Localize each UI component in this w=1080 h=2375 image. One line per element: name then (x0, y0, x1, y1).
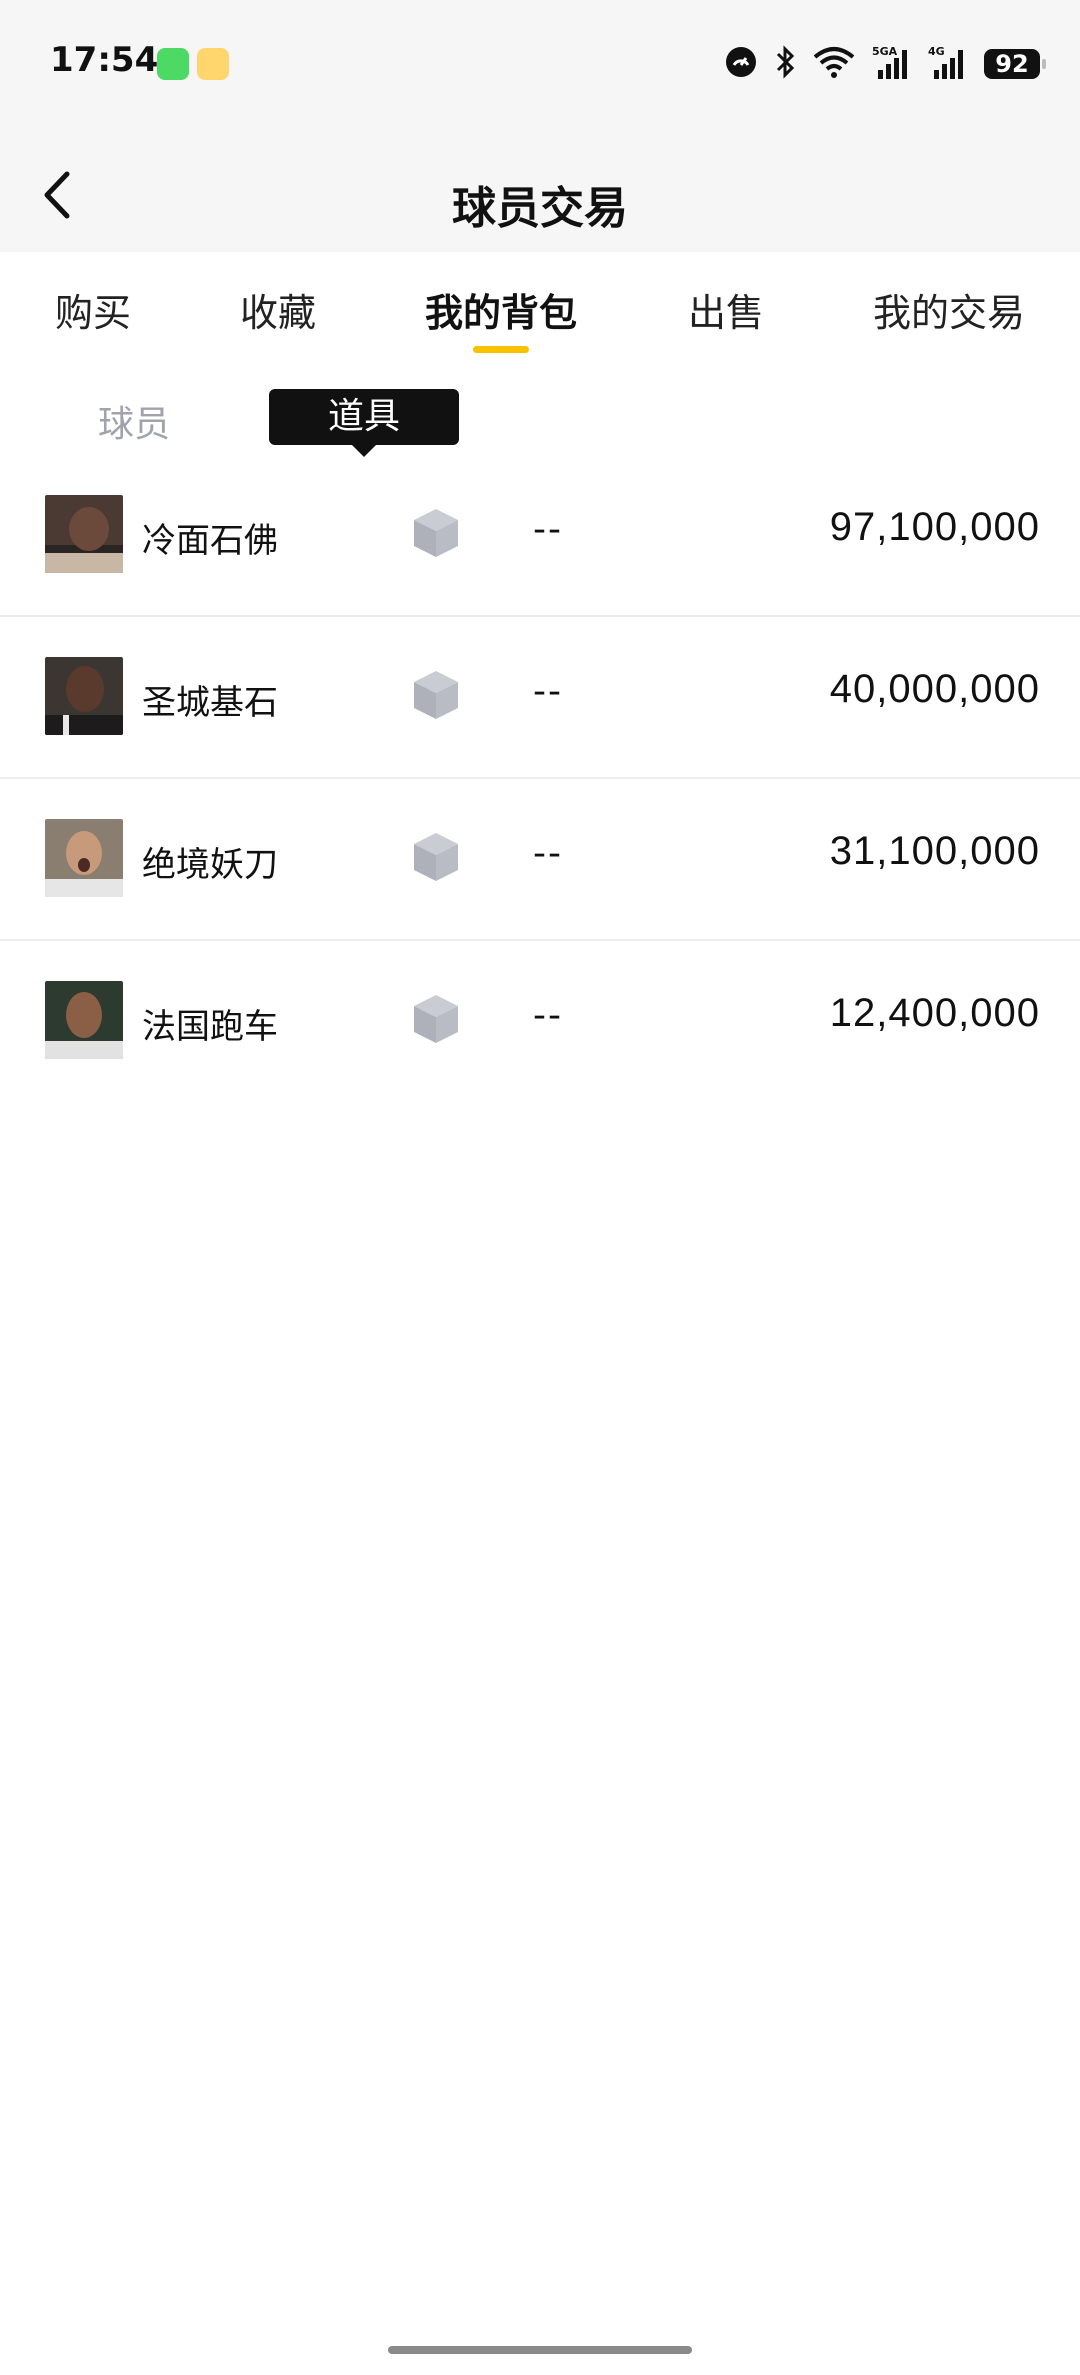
tab-favorites[interactable]: 收藏 (240, 282, 316, 337)
battery-indicator: 92 (984, 49, 1046, 79)
item-value: -- (533, 509, 563, 550)
wifi-icon (812, 45, 856, 83)
item-name: 法国跑车 (142, 1007, 278, 1047)
cube-icon (412, 669, 460, 721)
main-tabs: 购买 收藏 我的背包 出售 我的交易 (0, 252, 1080, 362)
page-title: 球员交易 (452, 183, 628, 234)
player-avatar (45, 819, 123, 897)
player-avatar (45, 495, 123, 573)
cube-icon (412, 993, 460, 1045)
item-name: 冷面石佛 (142, 521, 278, 561)
player-avatar (45, 657, 123, 735)
subtab-items[interactable]: 道具 (269, 389, 459, 457)
tab-my-trades[interactable]: 我的交易 (873, 282, 1025, 337)
item-value: -- (533, 671, 563, 712)
messages-icon (157, 48, 189, 80)
item-price: 31,100,000 (829, 829, 1040, 873)
item-list: 冷面石佛 -- 97,100,000 圣城基石 -- 40,000,000 绝境… (0, 455, 1080, 1101)
cube-icon (412, 831, 460, 883)
list-item[interactable]: 圣城基石 -- 40,000,000 (0, 617, 1080, 779)
signal-4g-icon: 4G (928, 44, 968, 84)
item-price: 97,100,000 (829, 505, 1040, 549)
item-price: 40,000,000 (829, 667, 1040, 711)
status-indicators: 5GA 4G 92 (724, 44, 1046, 84)
list-item[interactable]: 绝境妖刀 -- 31,100,000 (0, 779, 1080, 941)
cube-icon (412, 507, 460, 559)
list-item[interactable]: 法国跑车 -- 12,400,000 (0, 941, 1080, 1101)
status-bar: 17:54 5GA 4G 92 (0, 0, 1080, 130)
network-5g-label: 5GA (872, 45, 898, 58)
bluetooth-icon (774, 45, 796, 83)
subtab-players[interactable]: 球员 (98, 395, 170, 447)
tab-sell[interactable]: 出售 (688, 282, 764, 337)
list-item[interactable]: 冷面石佛 -- 97,100,000 (0, 455, 1080, 617)
item-price: 12,400,000 (829, 991, 1040, 1035)
signal-5g-icon: 5GA (872, 44, 912, 84)
item-value: -- (533, 995, 563, 1036)
item-name: 绝境妖刀 (142, 845, 278, 885)
gauge-icon (724, 45, 758, 83)
app-header: 球员交易 (0, 130, 1080, 252)
tab-buy[interactable]: 购买 (55, 282, 131, 337)
item-value: -- (533, 833, 563, 874)
home-indicator[interactable] (388, 2346, 692, 2354)
item-name: 圣城基石 (142, 683, 278, 723)
player-avatar (45, 981, 123, 1059)
network-4g-label: 4G (928, 45, 945, 58)
active-tab-indicator (473, 346, 529, 353)
weibo-icon (197, 48, 229, 80)
status-time: 17:54 (50, 40, 159, 80)
tab-my-backpack[interactable]: 我的背包 (425, 282, 577, 337)
